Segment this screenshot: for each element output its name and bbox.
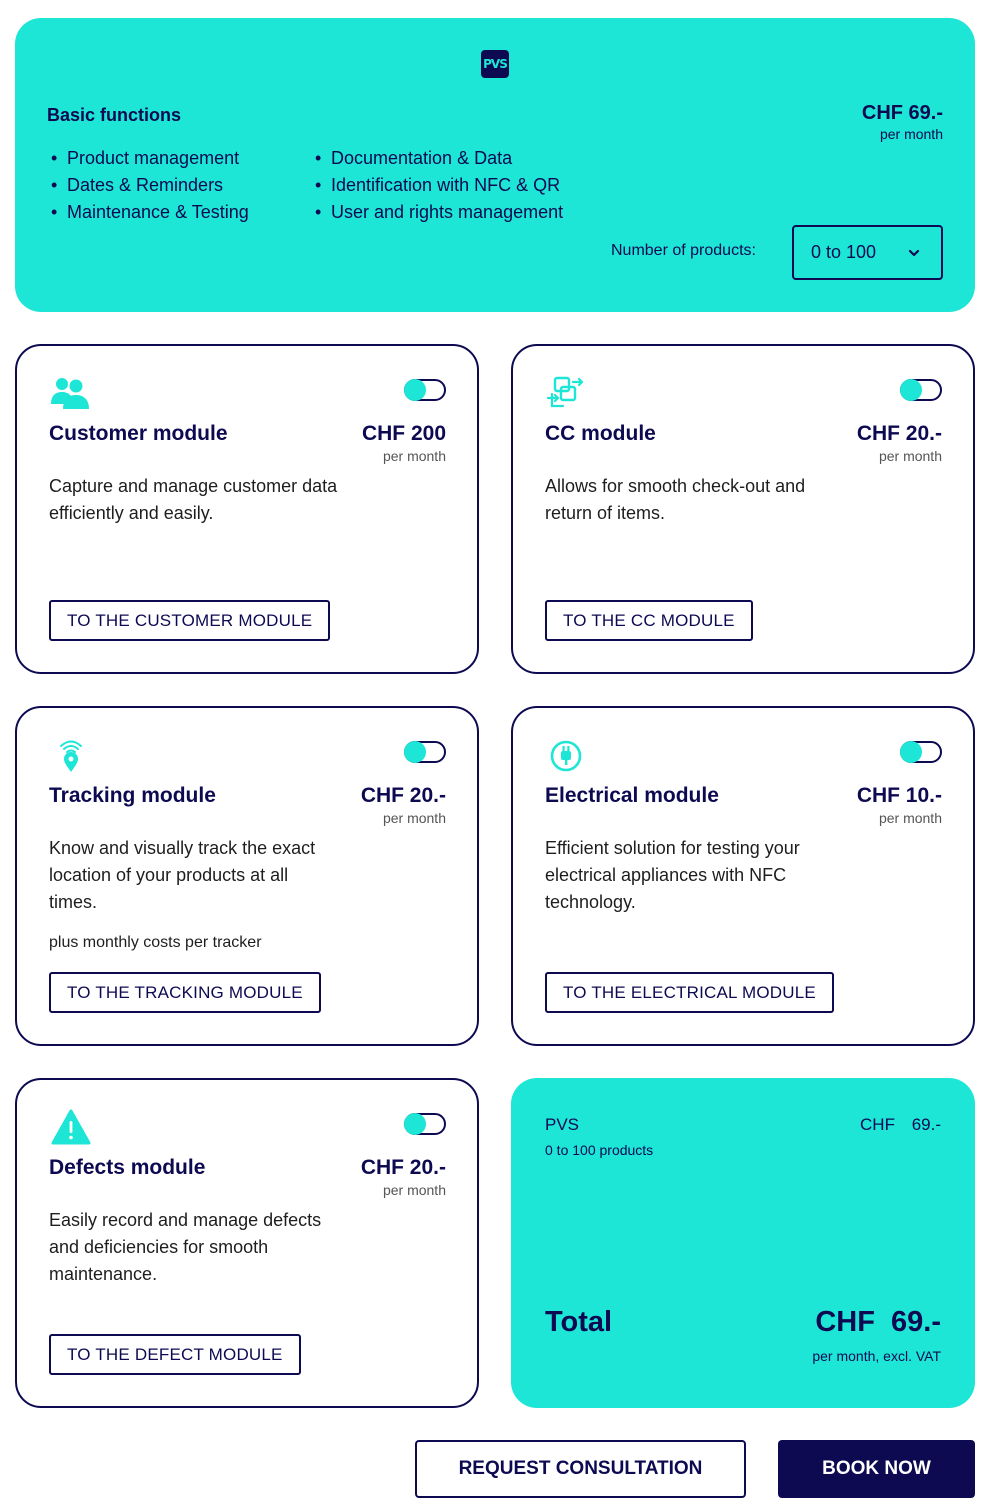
order-summary: PVS 0 to 100 products CHF 69.- Total CHF… bbox=[511, 1078, 975, 1408]
module-price-period: per month bbox=[382, 448, 446, 464]
module-price-amount: CHF 10.- bbox=[856, 784, 942, 807]
feature-item: Dates & Reminders bbox=[47, 172, 257, 199]
module-price-amount: CHF 20.- bbox=[856, 422, 942, 445]
module-title: Customer module bbox=[49, 422, 228, 445]
toggle-knob bbox=[404, 379, 426, 401]
book-now-button[interactable]: BOOK NOW bbox=[778, 1440, 975, 1498]
request-consultation-button[interactable]: REQUEST CONSULTATION bbox=[415, 1440, 746, 1498]
module-price-amount: CHF 20.- bbox=[360, 1156, 446, 1179]
module-price-period: per month bbox=[878, 810, 942, 826]
feature-item: User and rights management bbox=[311, 199, 601, 226]
module-title: Defects module bbox=[49, 1156, 206, 1179]
customer-module-card: Customer module CHF 200 per month Captur… bbox=[15, 344, 479, 674]
basic-price-period: per month bbox=[879, 126, 943, 142]
module-price: CHF 20.- per month bbox=[361, 1156, 446, 1198]
module-price-amount: CHF 200 bbox=[361, 422, 446, 445]
basic-functions-panel: PVS Basic functions Product management D… bbox=[15, 18, 975, 312]
module-price: CHF 20.- per month bbox=[857, 422, 942, 464]
feature-item: Maintenance & Testing bbox=[47, 199, 257, 226]
module-description: Easily record and manage defects and def… bbox=[49, 1210, 322, 1284]
products-count-select[interactable]: 0 to 100 bbox=[792, 225, 943, 280]
module-price-period: per month bbox=[382, 810, 446, 826]
module-price: CHF 200 per month bbox=[362, 422, 446, 464]
module-description: Efficient solution for testing your elec… bbox=[545, 838, 800, 912]
products-count-value: 0 to 100 bbox=[811, 242, 877, 262]
customer-module-button[interactable]: TO THE CUSTOMER MODULE bbox=[49, 600, 331, 641]
summary-item-products: 0 to 100 products bbox=[545, 1142, 654, 1158]
module-description: Allows for smooth check-out and return o… bbox=[545, 476, 806, 523]
electrical-module-button[interactable]: TO THE ELECTRICAL MODULE bbox=[545, 972, 834, 1013]
module-price-period: per month bbox=[382, 1182, 446, 1198]
products-count-label: Number of products: bbox=[611, 242, 756, 259]
plug-icon bbox=[550, 740, 582, 772]
module-note: plus monthly costs per tracker bbox=[49, 934, 262, 951]
chevron-down-icon bbox=[908, 249, 920, 256]
toggle-knob bbox=[900, 379, 922, 401]
electrical-module-toggle[interactable] bbox=[900, 741, 942, 763]
module-price: CHF 10.- per month bbox=[857, 784, 942, 826]
module-price: CHF 20.- per month bbox=[361, 784, 446, 826]
module-price-amount: CHF 20.- bbox=[360, 784, 446, 807]
module-description: Know and visually track the exact locati… bbox=[49, 838, 316, 912]
toggle-knob bbox=[404, 741, 426, 763]
features-list-right: Documentation & Data Identification with… bbox=[311, 145, 601, 226]
features-list-left: Product management Dates & Reminders Mai… bbox=[47, 145, 257, 226]
total-note: per month, excl. VAT bbox=[812, 1348, 941, 1364]
cc-module-card: CC module CHF 20.- per month Allows for … bbox=[511, 344, 975, 674]
tracking-module-toggle[interactable] bbox=[404, 741, 446, 763]
cc-module-toggle[interactable] bbox=[900, 379, 942, 401]
location-signal-icon bbox=[60, 740, 82, 772]
electrical-module-card: Electrical module CHF 10.- per month Eff… bbox=[511, 706, 975, 1046]
toggle-knob bbox=[900, 741, 922, 763]
total-amount: CHF 69.- bbox=[815, 1306, 941, 1338]
feature-item: Product management bbox=[47, 145, 257, 172]
total-label: Total bbox=[545, 1306, 613, 1338]
module-title: Tracking module bbox=[49, 784, 216, 807]
defects-module-toggle[interactable] bbox=[404, 1113, 446, 1135]
feature-item: Documentation & Data bbox=[311, 145, 601, 172]
tracking-module-button[interactable]: TO THE TRACKING MODULE bbox=[49, 972, 321, 1013]
pvs-logo: PVS bbox=[481, 50, 509, 78]
module-price-period: per month bbox=[878, 448, 942, 464]
exchange-icon bbox=[546, 376, 584, 408]
customer-module-toggle[interactable] bbox=[404, 379, 446, 401]
summary-item-price: CHF 69.- bbox=[860, 1115, 941, 1134]
users-icon bbox=[51, 378, 89, 409]
defects-module-card: Defects module CHF 20.- per month Easily… bbox=[15, 1078, 479, 1408]
basic-price-amount: CHF 69.- bbox=[861, 102, 943, 124]
module-title: CC module bbox=[545, 422, 656, 445]
warning-icon bbox=[51, 1109, 91, 1145]
feature-item: Identification with NFC & QR bbox=[311, 172, 601, 199]
basic-functions-title: Basic functions bbox=[47, 105, 182, 125]
tracking-module-card: Tracking module CHF 20.- per month Know … bbox=[15, 706, 479, 1046]
module-description: Capture and manage customer data efficie… bbox=[49, 476, 338, 523]
toggle-knob bbox=[404, 1113, 426, 1135]
cc-module-button[interactable]: TO THE CC MODULE bbox=[545, 600, 753, 641]
module-title: Electrical module bbox=[545, 784, 719, 807]
summary-item-name: PVS bbox=[545, 1115, 580, 1134]
basic-price: CHF 69.- per month bbox=[862, 102, 943, 142]
defects-module-button[interactable]: TO THE DEFECT MODULE bbox=[49, 1334, 301, 1375]
